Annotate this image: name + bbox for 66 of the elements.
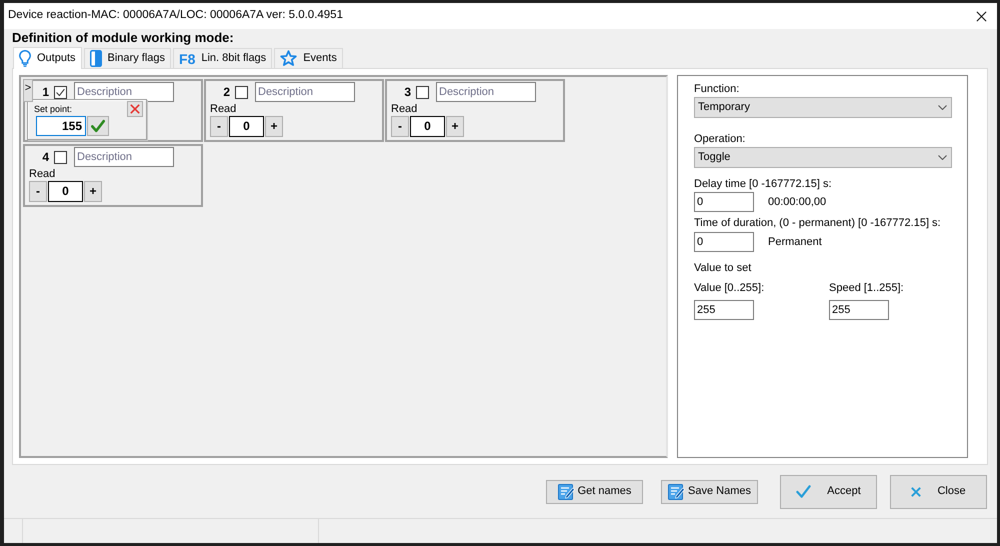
chevron-down-icon: [938, 105, 947, 110]
cancel-button[interactable]: [127, 101, 143, 117]
decrement-button[interactable]: -: [210, 116, 228, 137]
decrement-button[interactable]: -: [391, 116, 409, 137]
value-field[interactable]: 0: [48, 181, 83, 202]
field-label: Value [0..255]:: [694, 282, 764, 295]
group-heading: Value to set: [694, 262, 752, 275]
tab[interactable]: Binary flags: [84, 48, 172, 68]
set-point-field[interactable]: 155: [36, 116, 86, 136]
checkmark-icon: [91, 119, 105, 133]
field-label: Operation:: [694, 133, 746, 146]
popup-toggle-tab[interactable]: >: [23, 79, 33, 102]
decrement-button[interactable]: -: [29, 181, 47, 202]
increment-button[interactable]: +: [265, 116, 283, 137]
field-label: Function:: [694, 83, 740, 96]
dialog-button[interactable]: Accept: [780, 474, 877, 508]
dialog-button[interactable]: Close: [890, 474, 987, 508]
output-number: 2: [222, 84, 230, 101]
read-label: Read: [29, 167, 56, 181]
description-field[interactable]: Description: [255, 82, 355, 102]
read-label: Read: [391, 102, 418, 116]
window-title: Device reaction-MAC: 00006A7A/LOC: 00006A7A ver: 5.0.0.4951: [8, 8, 343, 24]
lightbulb-icon: [19, 50, 31, 67]
operation-dropdown[interactable]: Toggle: [694, 147, 952, 168]
tab[interactable]: F8 Lin. 8bit flags: [173, 48, 272, 68]
star-icon: [280, 50, 298, 67]
function-dropdown[interactable]: Temporary: [694, 97, 952, 118]
checkbox[interactable]: [416, 86, 429, 98]
tab[interactable]: Outputs: [13, 47, 82, 69]
delay-time-field[interactable]: 0: [694, 192, 754, 212]
dialog-button[interactable]: Get names: [546, 480, 643, 504]
time-readout: 00:00:00,00: [768, 194, 826, 210]
notepad-pencil-icon: [668, 483, 685, 500]
close-icon: [130, 104, 140, 114]
tab[interactable]: Events: [274, 48, 343, 68]
field-label: Speed [1..255]:: [829, 282, 904, 295]
description-field[interactable]: Description: [436, 82, 536, 102]
checkbox[interactable]: [54, 86, 67, 98]
close-icon[interactable]: [976, 10, 987, 22]
notepad-pencil-icon: [558, 483, 575, 500]
field-label: Delay time [0 -167772.15] s:: [694, 178, 832, 191]
duration-field[interactable]: 0: [694, 232, 754, 252]
value-field[interactable]: 0: [410, 116, 445, 137]
set-point-label: Set point:: [34, 104, 72, 114]
close-icon: [911, 486, 922, 496]
section-heading: Definition of module working mode:: [12, 29, 234, 48]
duration-readout: Permanent: [768, 234, 822, 250]
dialog-button[interactable]: Save Names: [661, 480, 758, 504]
output-number: 4: [41, 149, 49, 166]
tab-icon-label: F8: [179, 50, 196, 66]
checkmark-icon: [796, 484, 812, 499]
checkbox[interactable]: [235, 86, 248, 98]
increment-button[interactable]: +: [446, 116, 464, 137]
checkmark-icon: [56, 88, 65, 96]
speed-field[interactable]: 255: [829, 300, 889, 320]
field-label: Time of duration, (0 - permanent) [0 -167772.15] s:: [694, 217, 941, 230]
output-number: 3: [403, 84, 411, 101]
value-field[interactable]: 0: [229, 116, 264, 137]
value-field[interactable]: 255: [694, 300, 754, 320]
increment-button[interactable]: +: [84, 181, 102, 202]
description-field[interactable]: Description: [74, 147, 174, 167]
output-number: 1: [41, 84, 49, 101]
chevron-down-icon: [938, 155, 947, 160]
checkbox[interactable]: [54, 150, 67, 164]
confirm-button[interactable]: [87, 116, 109, 136]
read-label: Read: [210, 102, 236, 116]
